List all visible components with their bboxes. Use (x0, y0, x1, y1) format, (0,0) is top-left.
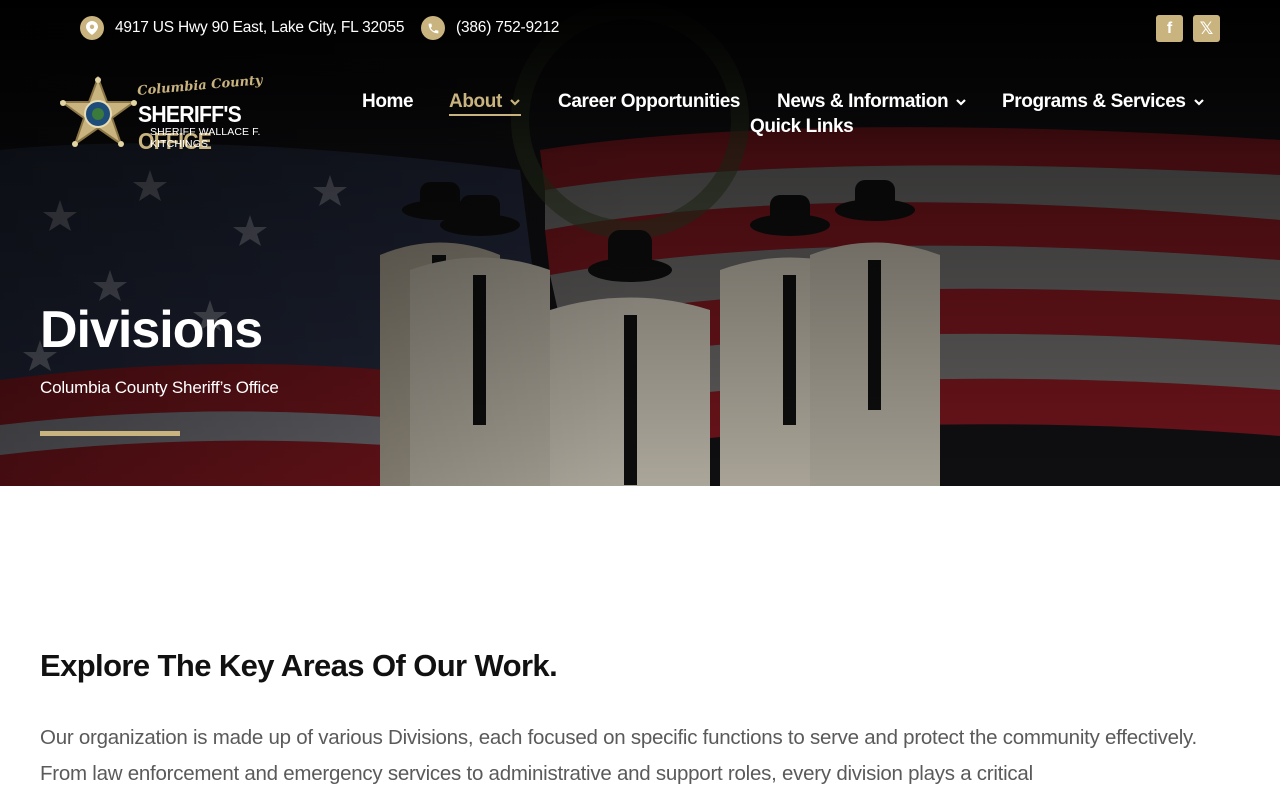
nav-label: Home (362, 91, 414, 112)
site-logo[interactable]: Columbia County SHERIFF'S OFFICE SHERIFF… (60, 73, 320, 154)
facebook-icon[interactable]: f (1156, 15, 1183, 42)
x-twitter-icon[interactable]: 𝕏 (1193, 15, 1220, 42)
nav-item-programs-services[interactable]: Programs & Services (1002, 91, 1205, 113)
title-underline-divider (40, 431, 180, 436)
phone-link[interactable]: (386) 752-9212 (421, 16, 559, 40)
logo-county-text: Columbia County (136, 73, 264, 99)
nav-label: News & Information (777, 91, 949, 112)
nav-label: Quick Links (750, 116, 854, 137)
hero-banner: 4917 US Hwy 90 East, Lake City, FL 32055… (0, 0, 1280, 486)
logo-sheriff-name: SHERIFF WALLACE F. KITCHINGS (150, 126, 261, 150)
map-pin-icon (80, 16, 104, 40)
chevron-down-icon (956, 99, 966, 106)
phone-icon (421, 16, 445, 40)
nav-item-home[interactable]: Home (362, 91, 414, 113)
nav-item-news-information[interactable]: News & Information (777, 91, 967, 113)
address-link[interactable]: 4917 US Hwy 90 East, Lake City, FL 32055 (80, 16, 404, 40)
nav-item-career-opportunities[interactable]: Career Opportunities (558, 91, 740, 113)
nav-item-quick-links[interactable]: Quick Links (750, 116, 854, 138)
page-title: Divisions (40, 301, 263, 359)
nav-label: About (449, 91, 502, 112)
top-bar: 4917 US Hwy 90 East, Lake City, FL 32055… (0, 0, 1280, 56)
section-body-text: Our organization is made up of various D… (40, 726, 1197, 785)
hero-background-image (0, 0, 1280, 486)
chevron-down-icon (510, 99, 520, 106)
logo-office-sheriff: SHERIFF'S (138, 101, 242, 127)
nav-label: Programs & Services (1002, 91, 1186, 112)
nav-item-about[interactable]: About (449, 91, 521, 116)
phone-text: (386) 752-9212 (456, 19, 560, 36)
section-heading: Explore The Key Areas Of Our Work. (40, 648, 558, 683)
sheriff-star-badge-icon (60, 76, 138, 147)
page-subtitle: Columbia County Sheriff’s Office (40, 378, 279, 397)
chevron-down-icon (1193, 99, 1204, 106)
nav-label: Career Opportunities (558, 91, 741, 112)
address-text: 4917 US Hwy 90 East, Lake City, FL 32055 (115, 19, 405, 36)
